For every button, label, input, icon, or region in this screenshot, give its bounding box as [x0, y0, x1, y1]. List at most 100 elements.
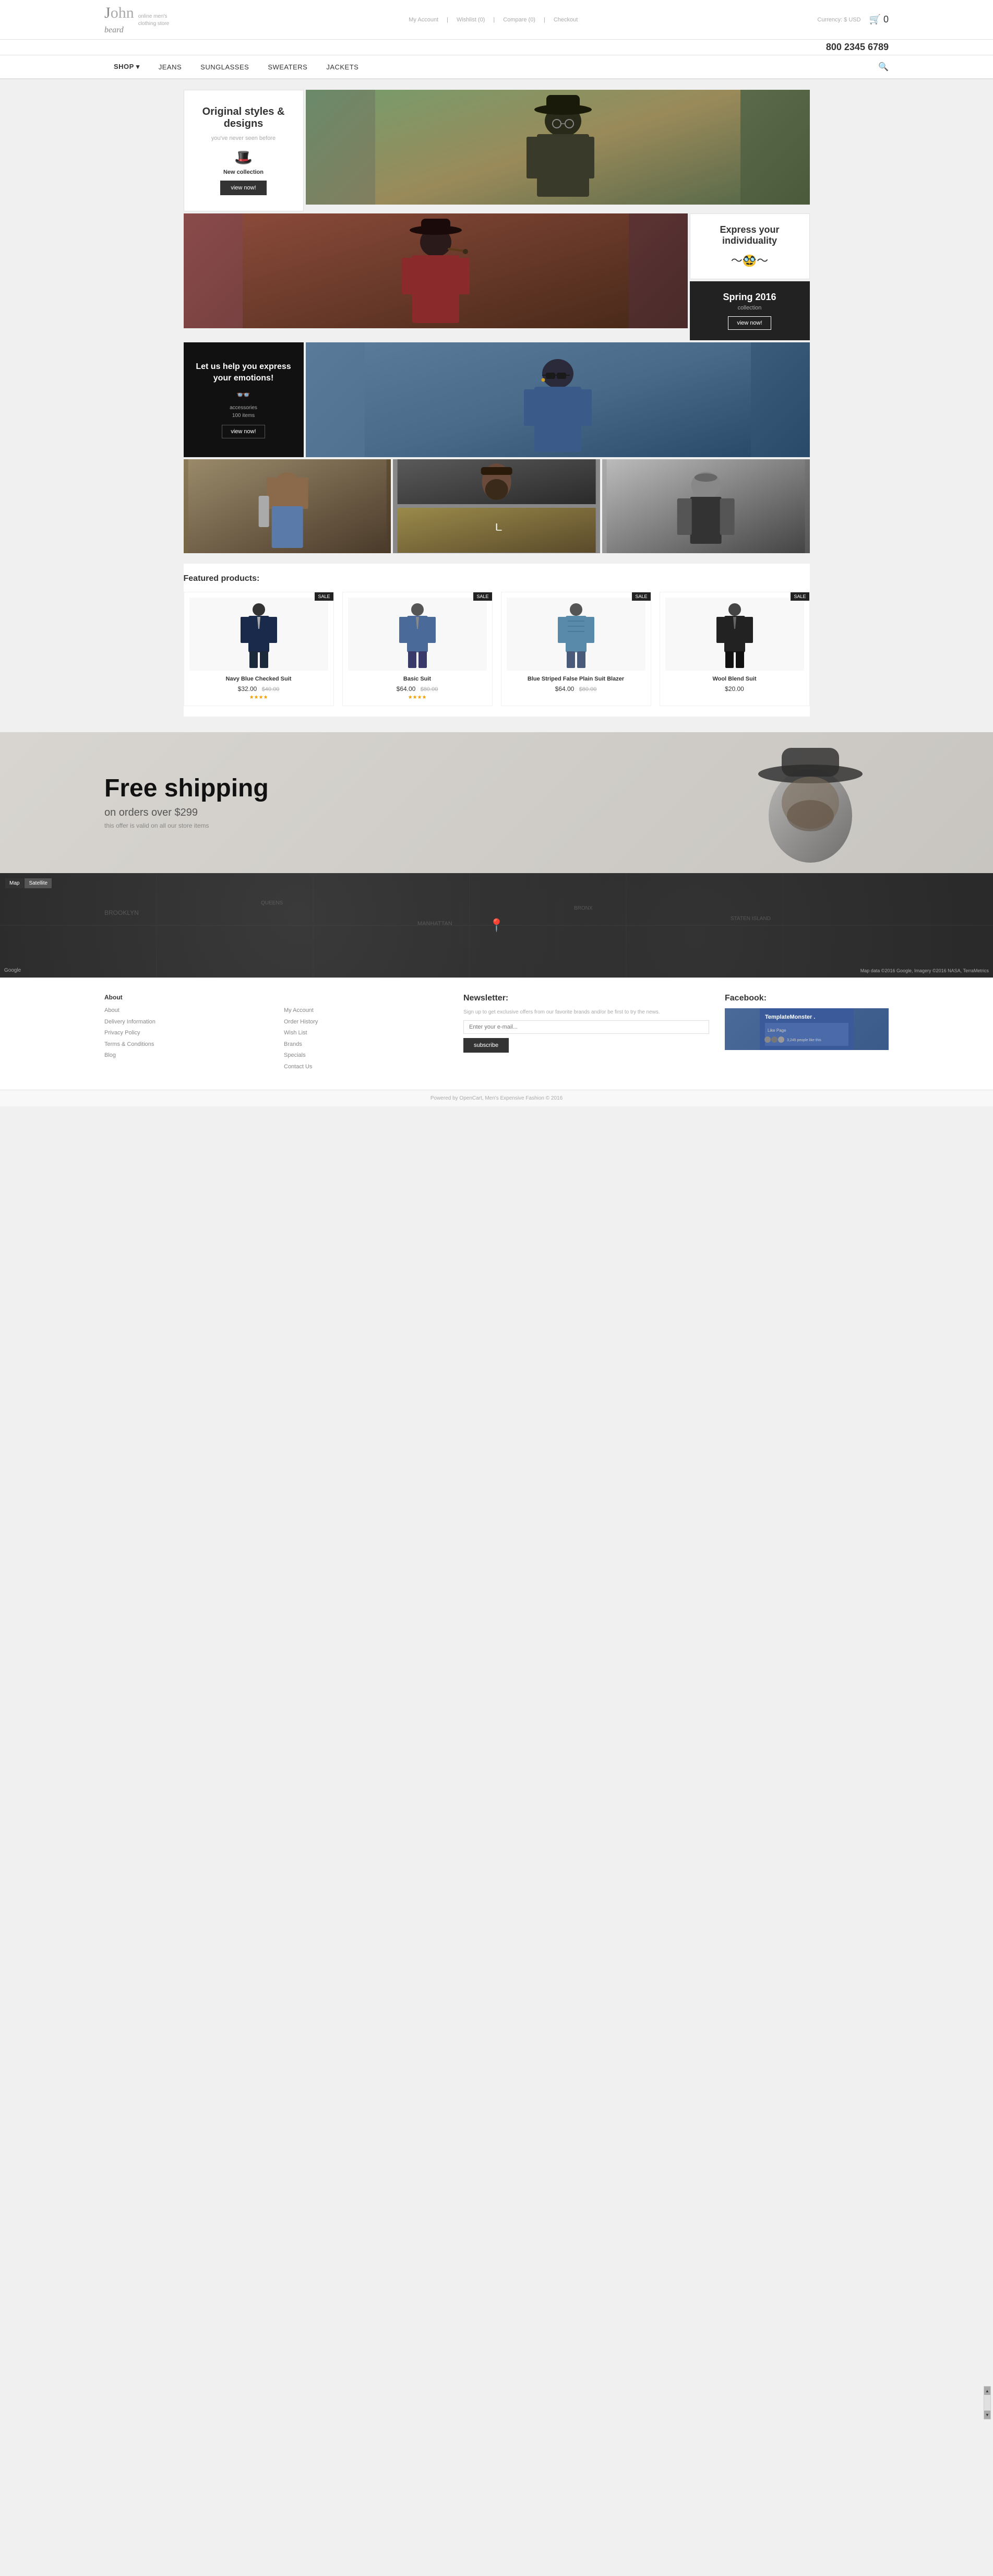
gallery-image-2b [393, 508, 600, 553]
search-icon[interactable]: 🔍 [878, 62, 889, 72]
google-attribution: Google [4, 968, 21, 973]
currency-selector[interactable]: Currency: $ USD [817, 17, 860, 23]
product-price-2: $64.00 $80.00 [348, 685, 487, 693]
footer-delivery-link[interactable]: Delivery Information [104, 1018, 268, 1027]
separator: | [493, 17, 495, 23]
wishlist-link[interactable]: Wishlist (0) [457, 17, 485, 23]
separator: | [447, 17, 448, 23]
map-tab-map[interactable]: Map [5, 878, 23, 888]
newsletter-email-input[interactable] [463, 1020, 709, 1034]
bottom-footer: Powered by OpenCart, Men's Expensive Fas… [0, 1090, 993, 1106]
map-attribution: Map data ©2016 Google, Imagery ©2016 NAS… [860, 968, 989, 973]
facebook-widget: TemplateMonster . Like Page 3,245 people… [725, 1008, 889, 1050]
hero-title: Original styles & designs [195, 106, 293, 130]
hero-image-svg [306, 90, 810, 205]
map-tabs: Map Satellite [5, 878, 52, 888]
third-row-svg [306, 342, 810, 457]
currency-cart-area: Currency: $ USD 🛒 0 [817, 14, 889, 25]
compare-link[interactable]: Compare (0) [503, 17, 535, 23]
second-row: Express your individuality 〜🥸〜 Spring 20… [184, 213, 810, 340]
footer-specials-link[interactable]: Specials [284, 1051, 448, 1060]
product-name-2: Basic Suit [348, 676, 487, 682]
top-nav-links: My Account | Wishlist (0) | Compare (0) … [409, 17, 578, 23]
shipping-title: Free shipping [104, 774, 497, 803]
product-image-4 [665, 598, 804, 671]
gallery-image-2a [393, 459, 600, 506]
product-price-3: $64.00 $80.00 [507, 685, 645, 693]
logo-beard: beard [104, 26, 124, 35]
product-card-3: sale Blue Striped Fals [501, 592, 651, 706]
hero-view-now-button[interactable]: view now! [220, 181, 266, 195]
navigation-bar: Shop ▾ Jeans Sunglasses Sweaters Jackets… [0, 55, 993, 79]
spring-view-now-button[interactable]: view now! [728, 316, 771, 330]
footer-privacy-link[interactable]: Privacy Policy [104, 1029, 268, 1038]
phone-bar: 800 2345 6789 [0, 40, 993, 55]
hero-subtitle: you've never seen before [211, 135, 276, 141]
footer: About About Delivery Information Privacy… [0, 977, 993, 1090]
spring-subtitle: collection [738, 305, 762, 311]
footer-about-title: About [104, 994, 268, 1001]
scrollbar-controls: ▲ ▼ [984, 2386, 991, 2419]
footer-contact-link[interactable]: Contact Us [284, 1063, 448, 1072]
new-collection-label: New collection [223, 169, 264, 175]
product-price-1: $32.00 $40.00 [189, 685, 328, 693]
product-image-3 [507, 598, 645, 671]
shipping-banner: Free shipping on orders over $299 this o… [0, 732, 993, 873]
scroll-up-button[interactable]: ▲ [984, 2387, 990, 2395]
footer-wishlist-link[interactable]: Wish List [284, 1029, 448, 1038]
checkout-link[interactable]: Checkout [554, 17, 578, 23]
footer-about-link[interactable]: About [104, 1006, 268, 1016]
accessories-count: 100 items [232, 413, 255, 419]
star-rating-1: ★★★★ [189, 695, 328, 700]
nav-sweaters[interactable]: Sweaters [258, 56, 317, 78]
spring-collection-box: Spring 2016 collection view now! [690, 281, 810, 340]
spring-title: Spring 2016 [723, 292, 776, 303]
logo-area: J o hn online men's clothing store beard [104, 4, 169, 35]
third-row: Let us help you express your emotions! 👓… [184, 342, 810, 457]
svg-text:BRONX: BRONX [574, 905, 593, 911]
footer-terms-link[interactable]: Terms & Conditions [104, 1040, 268, 1050]
accessories-category: accessories [230, 405, 257, 411]
footer-brands-link[interactable]: Brands [284, 1040, 448, 1050]
svg-text:MANHATTAN: MANHATTAN [417, 921, 452, 927]
product-name-4: Wool Blend Suit [665, 676, 804, 682]
product-name-3: Blue Striped False Plain Suit Blazer [507, 676, 645, 682]
second-row-image [184, 213, 688, 328]
logo-o: o [111, 4, 118, 22]
second-right-column: Express your individuality 〜🥸〜 Spring 20… [690, 213, 810, 340]
express-individuality-box: Express your individuality 〜🥸〜 [690, 213, 810, 279]
sale-badge-2: sale [473, 592, 492, 601]
subscribe-button[interactable]: subscribe [463, 1038, 509, 1053]
bottom-footer-text: Powered by OpenCart, Men's Expensive Fas… [430, 1095, 563, 1101]
svg-text:QUEENS: QUEENS [261, 900, 283, 906]
my-account-link[interactable]: My Account [409, 17, 438, 23]
map-tab-satellite[interactable]: Satellite [25, 878, 52, 888]
cart-icon[interactable]: 🛒 0 [869, 14, 889, 25]
gallery-image-1 [184, 459, 391, 553]
nav-sunglasses[interactable]: Sunglasses [191, 56, 258, 78]
logo-letter-j: J [104, 4, 111, 22]
product-image-2 [348, 598, 487, 671]
express-title: Express your individuality [701, 224, 799, 246]
nav-jeans[interactable]: Jeans [149, 56, 191, 78]
footer-blog-link[interactable]: Blog [104, 1051, 268, 1060]
footer-facebook-column: Facebook: TemplateMonster . Like Page 3,… [725, 994, 889, 1074]
accessories-view-now-button[interactable]: view now! [222, 425, 265, 438]
scroll-down-button[interactable]: ▼ [984, 2411, 990, 2419]
svg-text:TemplateMonster .: TemplateMonster . [765, 1014, 815, 1020]
product-card-2: sale Basic Suit $64.00 $80.00 [342, 592, 493, 706]
footer-account-title [284, 994, 448, 1001]
nav-jackets[interactable]: Jackets [317, 56, 368, 78]
shipping-text: Free shipping on orders over $299 this o… [104, 774, 497, 831]
scroll-track [984, 2395, 990, 2411]
nav-shop[interactable]: Shop ▾ [104, 55, 149, 78]
product-image-1 [189, 598, 328, 671]
footer-about-column: About About Delivery Information Privacy… [104, 994, 268, 1074]
product-name-1: Navy Blue Checked Suit [189, 676, 328, 682]
shipping-subtext: this offer is valid on all our store ite… [104, 822, 497, 829]
footer-orderhistory-link[interactable]: Order History [284, 1018, 448, 1027]
shipping-subtitle: on orders over $299 [104, 807, 497, 819]
footer-myaccount-link[interactable]: My Account [284, 1006, 448, 1016]
top-header: J o hn online men's clothing store beard… [0, 0, 993, 40]
logo-tagline: online men's clothing store [138, 13, 169, 28]
